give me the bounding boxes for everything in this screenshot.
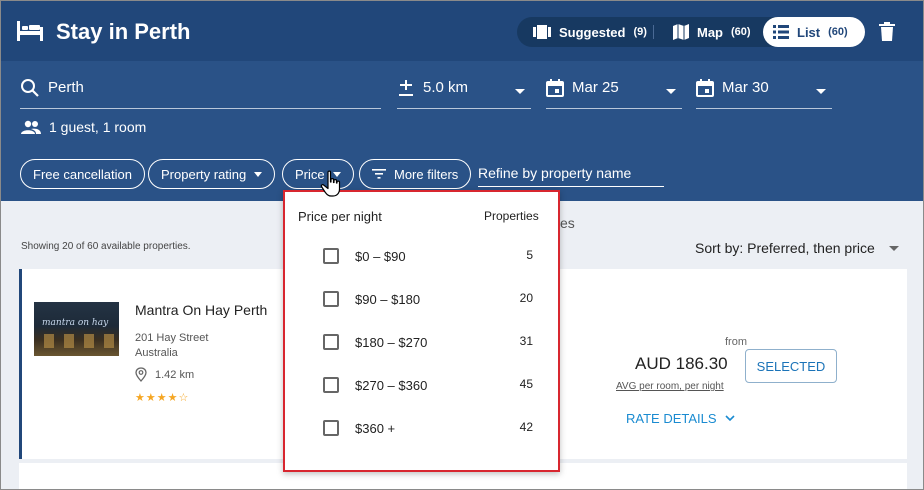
property-count: 45 [519,377,533,391]
radius-select[interactable]: 5.0 km [397,67,531,109]
divider [653,25,654,39]
cards-icon [533,25,551,39]
checkbox[interactable] [323,291,339,307]
price-dropdown: Price per night Properties $0 – $90 5 $9… [283,190,560,472]
free-cancellation-chip[interactable]: Free cancellation [20,159,145,189]
property-rating-label: Property rating [161,166,247,182]
location-value: Perth [48,79,84,96]
star-rating: ★★★★☆ [135,392,190,404]
location-field[interactable]: Perth [20,67,381,109]
bed-icon [17,21,43,41]
checkbox[interactable] [323,377,339,393]
property-count: 42 [519,420,533,434]
from-label: from [725,336,747,348]
page-title: Stay in Perth [56,19,191,44]
chevron-down-icon [724,415,735,422]
refine-by-name-input[interactable]: Refine by property name [478,159,664,187]
radius-value: 5.0 km [423,79,469,96]
map-label: Map [697,24,723,40]
checkbox[interactable] [323,248,339,264]
list-view-button[interactable]: List (60) [763,17,865,47]
price-option[interactable]: $0 – $90 5 [323,246,533,266]
search-band: Perth 5.0 km Mar 25 Mar 30 1 guest, 1 ro… [1,61,923,201]
price-range-label: $180 – $270 [355,335,428,350]
trash-icon[interactable] [879,22,895,41]
hotel-country: Australia [135,347,178,359]
sort-select[interactable]: Sort by: Preferred, then price [695,240,899,256]
map-count: (60) [731,26,751,38]
free-cancellation-label: Free cancellation [33,166,132,182]
hotel-price: AUD 186.30 [635,354,728,373]
sort-label: Sort by: Preferred, then price [695,240,875,256]
price-option[interactable]: $90 – $180 20 [323,289,533,309]
distance-value: 1.42 km [155,368,195,381]
calendar-icon [696,78,714,97]
filter-icon [372,169,386,179]
chevron-down-icon [666,89,676,94]
price-range-label: $0 – $90 [355,249,406,264]
rate-details-label: RATE DETAILS [626,411,717,426]
people-icon [21,120,41,134]
chevron-down-icon [816,89,826,94]
app-frame: Stay in Perth Suggested (9) Map (60) Lis… [0,0,924,490]
suggested-count: (9) [633,26,647,38]
thumbnail-sign: mantra on hay [42,318,109,328]
hotel-name[interactable]: Mantra On Hay Perth [135,302,267,318]
calendar-icon [546,78,564,97]
hotel-distance: 1.42 km [135,367,194,382]
selected-button[interactable]: SELECTED [745,349,837,383]
chevron-down-icon [254,171,263,177]
results-count: Showing 20 of 60 available properties. [21,241,191,252]
property-count: 5 [526,248,533,262]
price-range-label: $270 – $360 [355,378,428,393]
suggested-view-button[interactable]: Suggested (9) [523,17,657,47]
list-count: (60) [828,26,848,38]
rate-details-link[interactable]: RATE DETAILS [626,411,735,426]
app-header: Stay in Perth Suggested (9) Map (60) Lis… [1,1,923,61]
guests-value: 1 guest, 1 room [49,119,147,135]
refine-placeholder: Refine by property name [478,164,632,181]
more-filters-label: More filters [394,166,459,182]
avg-price-note[interactable]: AVG per room, per night [616,381,724,392]
guests-selector[interactable]: 1 guest, 1 room [21,119,146,135]
checkout-field[interactable]: Mar 30 [696,67,832,109]
property-rating-chip[interactable]: Property rating [148,159,276,189]
map-view-button[interactable]: Map (60) [663,17,761,47]
location-pin-icon [135,367,147,382]
hand-cursor-icon [320,170,341,197]
price-option[interactable]: $270 – $360 45 [323,375,533,395]
properties-header: Properties [484,209,539,223]
plus-minus-icon [399,79,413,96]
list-label: List [797,24,821,40]
view-toggle: Suggested (9) Map (60) List (60) [517,17,865,47]
price-range-label: $360 + [355,421,396,436]
checkin-field[interactable]: Mar 25 [546,67,682,109]
checkbox[interactable] [323,420,339,436]
more-filters-chip[interactable]: More filters [359,159,472,189]
price-option[interactable]: $180 – $270 31 [323,332,533,352]
chevron-down-icon [515,89,525,94]
dropdown-title: Price per night [298,209,382,224]
list-icon [773,25,789,39]
checkin-value: Mar 25 [572,79,619,96]
price-option[interactable]: $360 + 42 [323,418,533,438]
checkout-value: Mar 30 [722,79,769,96]
hotel-street: 201 Hay Street [135,332,209,344]
hotel-thumbnail: mantra on hay [34,302,119,356]
property-count: 31 [519,334,533,348]
checkbox[interactable] [323,334,339,350]
search-icon [21,78,39,97]
suggested-label: Suggested [559,24,626,40]
map-icon [673,24,689,40]
obscured-text: es [560,215,575,231]
chevron-down-icon [888,245,899,251]
property-count: 20 [519,291,533,305]
price-range-label: $90 – $180 [355,292,421,307]
